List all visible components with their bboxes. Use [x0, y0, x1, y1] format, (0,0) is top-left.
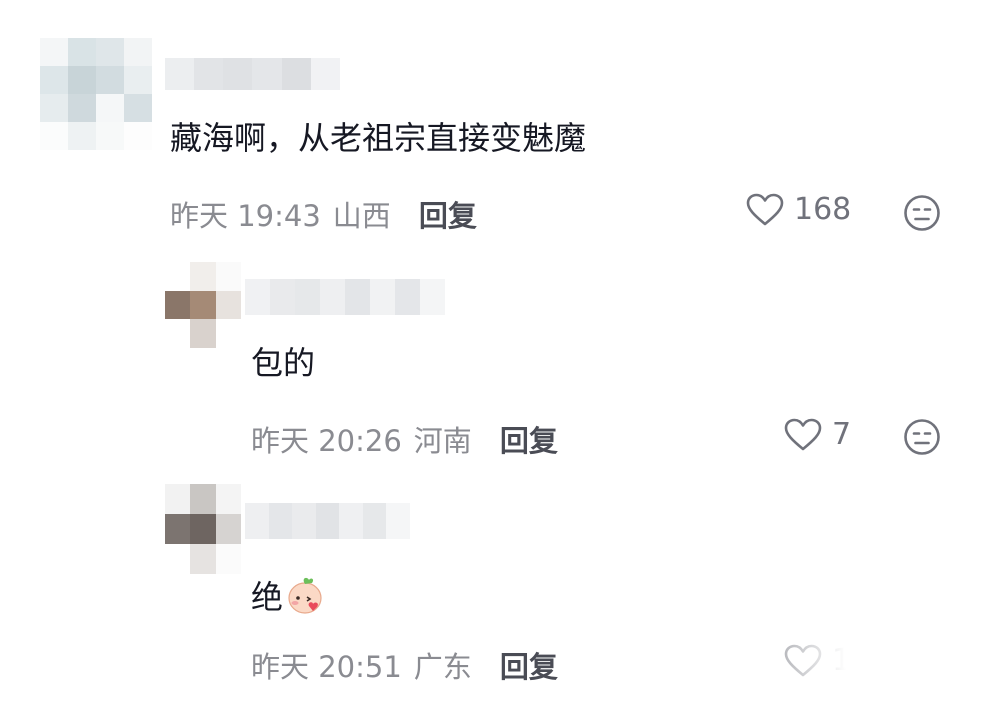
reply-button[interactable]: 回复	[419, 193, 477, 235]
username-blurred[interactable]	[245, 279, 445, 315]
like-button[interactable]: 7	[784, 417, 851, 452]
reply-region: 河南	[413, 424, 472, 458]
like-count: 168	[794, 192, 852, 227]
reply-button[interactable]: 回复	[500, 418, 558, 460]
neutral-face-icon[interactable]	[903, 194, 941, 232]
comment-text: 藏海啊，从老祖宗直接变魅魔	[170, 119, 587, 157]
avatar[interactable]	[165, 484, 241, 574]
bottom-fade-overlay	[720, 630, 1000, 718]
reply-time: 昨天 20:26	[251, 424, 402, 458]
heart-outline-icon	[784, 418, 822, 450]
like-button[interactable]: 168	[746, 192, 851, 227]
reply-text: 绝	[251, 576, 325, 619]
reply-text-content: 绝	[251, 578, 284, 616]
neutral-face-icon[interactable]	[903, 418, 941, 456]
username-blurred[interactable]	[245, 503, 410, 539]
reply-meta: 昨天 20:51 广东 回复	[251, 644, 558, 686]
reply-time: 昨天 20:51	[251, 650, 402, 684]
comment-region: 山西	[332, 199, 391, 233]
heart-outline-icon	[746, 193, 784, 225]
blushing-peach-emoji	[285, 576, 325, 619]
reply-region: 广东	[413, 650, 472, 684]
reply-meta: 昨天 20:26 河南 回复	[251, 418, 558, 460]
username-blurred[interactable]	[165, 58, 340, 90]
reply-text: 包的	[251, 344, 316, 382]
comment-thread: 藏海啊，从老祖宗直接变魅魔 昨天 19:43 山西 回复 168 包的 昨天 2…	[0, 0, 1000, 718]
like-count: 7	[832, 417, 852, 452]
avatar[interactable]	[40, 38, 152, 150]
avatar[interactable]	[165, 262, 241, 348]
comment-time: 昨天 19:43	[170, 199, 321, 233]
comment-meta: 昨天 19:43 山西 回复	[170, 193, 477, 235]
reply-button[interactable]: 回复	[500, 644, 558, 686]
